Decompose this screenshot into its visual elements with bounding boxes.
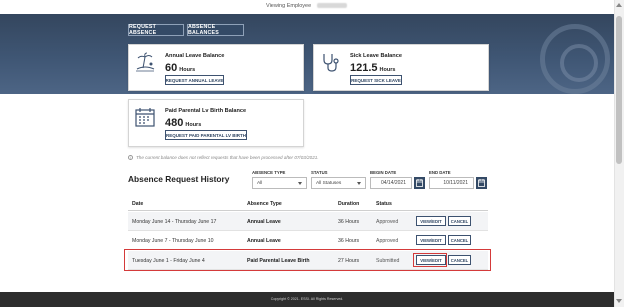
table-row: Monday June 14 - Thursday June 17 Annual… <box>128 212 488 231</box>
calendar-icon <box>416 179 423 187</box>
history-title: Absence Request History <box>128 174 230 184</box>
calendar-icon <box>478 179 485 187</box>
parental-leave-hours: 480 <box>165 117 184 129</box>
sick-leave-title: Sick Leave Balance <box>350 53 402 59</box>
cancel-button[interactable]: CANCEL <box>448 235 471 245</box>
annual-leave-value: 60 Hours <box>165 62 195 74</box>
annual-leave-hours: 60 <box>165 62 178 74</box>
absence-type-value: All <box>257 180 263 186</box>
row-status: Approved <box>376 238 399 244</box>
sick-leave-unit: Hours <box>379 67 396 73</box>
row-duration: 36 Hours <box>338 238 360 244</box>
top-bar: Viewing Employee <box>0 0 624 14</box>
request-sick-leave-button[interactable]: REQUEST SICK LEAVE <box>350 75 402 85</box>
parental-leave-unit: Hours <box>185 122 202 128</box>
scroll-up-arrow-icon[interactable] <box>616 3 622 7</box>
chevron-down-icon <box>298 182 302 185</box>
absence-type-select[interactable]: All <box>252 177 307 189</box>
end-date-label: END DATE <box>429 170 451 175</box>
calendar-icon <box>134 106 156 128</box>
history-table-header: Date Absence Type Duration Status <box>128 199 488 211</box>
view-edit-button[interactable]: VIEW/EDIT <box>416 235 446 245</box>
sick-leave-value: 121.5 Hours <box>350 62 395 74</box>
begin-date-input[interactable]: 04/14/2021 <box>370 177 412 189</box>
column-date: Date <box>132 201 144 207</box>
parental-leave-title: Paid Parental Lv Birth Balance <box>165 108 247 114</box>
info-icon: i <box>128 155 133 161</box>
annual-leave-title: Annual Leave Balance <box>165 53 225 59</box>
status-value: All Statuses <box>316 180 342 186</box>
begin-date-label: BEGIN DATE <box>370 170 397 175</box>
absence-balances-tab[interactable]: ABSENCE BALANCES <box>187 24 244 36</box>
row-duration: 36 Hours <box>338 219 360 225</box>
annual-leave-card: Annual Leave Balance 60 Hours REQUEST ANN… <box>128 44 304 91</box>
employee-name-redacted <box>316 3 347 9</box>
cancel-button[interactable]: CANCEL <box>448 255 471 265</box>
stethoscope-icon <box>319 51 341 73</box>
table-row: Monday June 7 - Thursday June 10 Annual … <box>128 231 488 250</box>
annual-leave-unit: Hours <box>179 67 196 73</box>
column-duration: Duration <box>338 201 360 207</box>
row-duration: 27 Hours <box>338 258 360 264</box>
view-edit-button[interactable]: VIEW/EDIT <box>416 255 446 265</box>
row-absence-type: Paid Parental Leave Birth <box>247 258 310 264</box>
banner-stethoscope-graphic-inner <box>560 44 598 82</box>
status-label: STATUS <box>311 170 328 175</box>
chevron-down-icon <box>357 182 361 185</box>
parental-leave-card: Paid Parental Lv Birth Balance 480 Hours … <box>128 99 304 147</box>
column-status: Status <box>376 201 392 207</box>
row-status: Submitted <box>376 258 400 264</box>
absence-type-label: ABSENCE TYPE <box>252 170 286 175</box>
column-absence-type: Absence Type <box>247 201 282 207</box>
row-absence-type: Annual Leave <box>247 238 281 244</box>
status-select[interactable]: All Statuses <box>311 177 366 189</box>
row-status: Approved <box>376 219 399 225</box>
parental-leave-value: 480 Hours <box>165 117 201 129</box>
cancel-button[interactable]: CANCEL <box>448 216 471 226</box>
sick-leave-card: Sick Leave Balance 121.5 Hours REQUEST SI… <box>313 44 489 91</box>
balance-note-text: The current balance does not reflect req… <box>136 155 319 160</box>
viewing-label: Viewing Employee <box>266 3 312 9</box>
begin-date-calendar-button[interactable] <box>414 177 425 189</box>
beach-icon <box>134 51 156 73</box>
balance-note: i The current balance does not reflect re… <box>128 155 319 161</box>
scrollbar-thumb[interactable] <box>616 16 622 164</box>
end-date-calendar-button[interactable] <box>476 177 487 189</box>
table-row: Tuesday June 1 - Friday June 4 Paid Pare… <box>128 251 488 270</box>
row-absence-type: Annual Leave <box>247 219 281 225</box>
row-date: Monday June 14 - Thursday June 17 <box>132 219 217 225</box>
view-edit-button[interactable]: VIEW/EDIT <box>416 216 446 226</box>
viewing-employee: Viewing Employee <box>266 3 347 9</box>
scroll-down-arrow-icon[interactable] <box>616 299 622 303</box>
end-date-input[interactable]: 10/11/2021 <box>429 177 474 189</box>
row-date: Monday June 7 - Thursday June 10 <box>132 238 214 244</box>
copyright-text: Copyright © 2021. ESSI. All Rights Reser… <box>270 297 344 301</box>
sick-leave-hours: 121.5 <box>350 62 378 74</box>
request-parental-leave-button[interactable]: REQUEST PAID PARENTAL LV BIRTH <box>165 130 247 140</box>
hero-banner <box>0 14 614 94</box>
footer: Copyright © 2021. ESSI. All Rights Reser… <box>0 292 614 307</box>
row-date: Tuesday June 1 - Friday June 4 <box>132 258 205 264</box>
request-absence-tab[interactable]: REQUEST ABSENCE <box>128 24 184 36</box>
request-annual-leave-button[interactable]: REQUEST ANNUAL LEAVE <box>165 75 224 85</box>
